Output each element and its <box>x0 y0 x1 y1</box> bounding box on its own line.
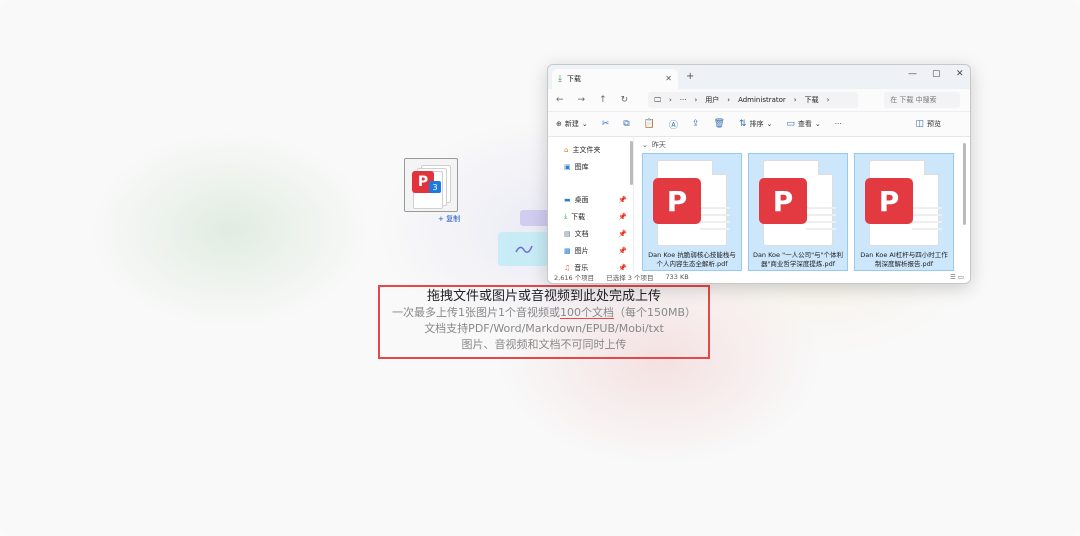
chevron-down-icon: ⌄ <box>766 120 773 128</box>
home-icon: ⌂ <box>564 145 569 154</box>
drop-zone[interactable]: 拖拽文件或图片或音视频到此处完成上传 一次最多上传1张图片1个音视频或100个文… <box>378 285 710 359</box>
upload-page: P 3 + 复制 拖拽文件或图片或音视频到此处完成上传 一次最多上传1张图片1个… <box>0 0 1080 536</box>
chevron-right-icon: › <box>694 96 698 104</box>
group-header[interactable]: ⌄ 昨天 <box>642 139 970 151</box>
status-bar: 2,616 个项目 已选择 3 个项目 733 KB ☰ ▭ <box>548 271 970 283</box>
drop-zone-title: 拖拽文件或图片或音视频到此处完成上传 <box>426 289 661 304</box>
view-icon: ▭ <box>786 119 795 129</box>
sidebar-scrollbar[interactable] <box>630 141 633 185</box>
selection-count: 已选择 3 个项目 <box>606 274 654 282</box>
details-view-icon[interactable]: ☰ <box>950 273 956 281</box>
upload-limit-text: 一次最多上传1张图片1个音视频或100个文档（每个150MB） <box>391 306 697 319</box>
refresh-icon[interactable]: ↻ <box>621 95 629 105</box>
address-bar[interactable]: 🖵 › ··· › 用户 › Administrator › 下载 › <box>648 92 859 108</box>
preview-pane-icon: ◫ <box>915 119 924 129</box>
breadcrumb-users[interactable]: 用户 <box>705 95 719 105</box>
copy-icon[interactable]: ⧉ <box>623 119 629 129</box>
tab-title: 下载 <box>566 75 581 83</box>
file-item[interactable]: P Dan Koe AI杠杆与四小时工作制深度解析报告.pdf <box>854 153 954 271</box>
sidebar-item-downloads[interactable]: ⤓ 下载 📌 <box>548 208 633 225</box>
paste-icon[interactable]: 📋 <box>644 119 655 129</box>
back-arrow-icon[interactable]: ← <box>556 95 564 105</box>
tiles-view-icon[interactable]: ▭ <box>958 273 964 281</box>
view-button[interactable]: ▭ 查看 ⌄ <box>786 119 820 129</box>
tab-downloads[interactable]: ⤓ 下载 ✕ <box>552 69 678 89</box>
copy-hint: + 复制 <box>438 215 461 223</box>
drag-preview: P 3 <box>404 158 458 212</box>
search-input[interactable]: 在 下载 中搜索 <box>884 92 961 108</box>
file-name: Dan Koe AI杠杆与四小时工作制深度解析报告.pdf <box>860 251 948 268</box>
navigation-bar: ← → ↑ ↻ 🖵 › ··· › 用户 › Administrator › 下… <box>548 89 970 111</box>
chevron-down-icon: ⌄ <box>642 141 648 149</box>
preview-pane-button[interactable]: ◫ 预览 <box>915 119 941 129</box>
share-icon[interactable]: ⇪ <box>692 119 700 129</box>
breadcrumb-downloads[interactable]: 下载 <box>805 95 819 105</box>
more-options-button[interactable]: ··· <box>835 120 842 128</box>
computer-icon: 🖵 <box>654 95 661 104</box>
chevron-right-icon: › <box>793 96 797 104</box>
pin-icon: 📌 <box>618 246 627 255</box>
new-tab-button[interactable]: + <box>686 71 694 82</box>
cut-icon[interactable]: ✂ <box>602 119 610 129</box>
maximize-button[interactable]: ▢ <box>932 69 941 79</box>
minimize-button[interactable]: — <box>908 69 917 79</box>
chevron-down-icon: ⌄ <box>814 120 821 128</box>
chevron-right-icon: › <box>826 96 830 104</box>
pdf-file-icon: P <box>759 178 807 224</box>
file-item[interactable]: P Dan Koe 抗脆弱核心技能栈与个人内容生态全解析.pdf <box>642 153 742 271</box>
pin-icon: 📌 <box>618 229 627 238</box>
sidebar-item-documents[interactable]: ▤ 文档 📌 <box>548 225 633 242</box>
supported-formats-text: 文档支持PDF/Word/Markdown/EPUB/Mobi/txt <box>424 322 664 335</box>
up-arrow-icon[interactable]: ↑ <box>599 95 607 105</box>
download-icon: ⤓ <box>558 74 562 84</box>
file-explorer-window[interactable]: ⤓ 下载 ✕ + — ▢ ✕ ← → ↑ ↻ 🖵 › ··· › 用户 › Ad… <box>547 64 971 284</box>
content-scrollbar[interactable] <box>963 143 966 225</box>
pdf-file-icon: P <box>865 178 913 224</box>
doc-limit-highlight: 100个文档 <box>559 306 614 319</box>
mixed-upload-note: 图片、音视频和文档不可同时上传 <box>461 338 627 351</box>
desktop-icon: ▬ <box>564 195 571 204</box>
new-button[interactable]: ⊕ 新建 ⌄ <box>556 119 588 129</box>
download-icon: ⤓ <box>564 212 568 220</box>
item-count: 2,616 个项目 <box>554 274 595 282</box>
close-button[interactable]: ✕ <box>956 69 964 79</box>
chevron-right-icon: › <box>668 96 672 104</box>
delete-icon[interactable]: 🗑 <box>714 119 725 129</box>
file-name: Dan Koe "一人公司"与"个体利器"商业哲学深度提炼.pdf <box>752 251 844 268</box>
close-tab-icon[interactable]: ✕ <box>665 74 672 83</box>
pin-icon: 📌 <box>618 212 627 221</box>
breadcrumb-administrator[interactable]: Administrator <box>738 96 786 104</box>
sort-icon: ⇅ <box>738 119 747 129</box>
more-path-icon[interactable]: ··· <box>680 96 687 104</box>
chevron-down-icon: ⌄ <box>581 120 588 128</box>
sidebar-item-gallery[interactable]: ▣ 图库 <box>548 158 633 175</box>
sidebar-item-pictures[interactable]: ▩ 图片 📌 <box>548 242 633 259</box>
sidebar-item-desktop[interactable]: ▬ 桌面 📌 <box>548 191 633 208</box>
sidebar-item-home[interactable]: ⌂ 主文件夹 <box>548 141 633 158</box>
picture-icon: ▩ <box>564 246 571 255</box>
pin-icon: 📌 <box>618 195 627 204</box>
plus-circle-icon: ⊕ <box>556 120 562 128</box>
sort-button[interactable]: ⇅ 排序 ⌄ <box>739 119 772 129</box>
file-item[interactable]: P Dan Koe "一人公司"与"个体利器"商业哲学深度提炼.pdf <box>748 153 848 271</box>
selection-size: 733 KB <box>665 273 689 281</box>
file-name: Dan Koe 抗脆弱核心技能栈与个人内容生态全解析.pdf <box>648 251 736 268</box>
forward-arrow-icon[interactable]: → <box>578 95 586 105</box>
rename-icon[interactable]: Ⓐ <box>669 118 678 131</box>
gallery-icon: ▣ <box>564 162 571 171</box>
file-count-badge: 3 <box>429 181 441 193</box>
command-bar: ⊕ 新建 ⌄ ✂ ⧉ 📋 Ⓐ ⇪ 🗑 ⇅ 排序 ⌄ ▭ 查看 ⌄ ··· ◫ 预… <box>548 111 970 137</box>
document-icon: ▤ <box>564 229 571 238</box>
navigation-pane: ⌂ 主文件夹 ▣ 图库 ▬ 桌面 📌 ⤓ 下载 📌 ▤ 文档 📌 ▩ 图片 📌 … <box>548 137 634 272</box>
chevron-right-icon: › <box>727 96 731 104</box>
file-list: ⌄ 昨天 P Dan Koe 抗脆弱核心技能栈与个人内容生态全解析.pdf P … <box>634 137 970 271</box>
title-bar[interactable]: ⤓ 下载 ✕ + — ▢ ✕ <box>548 65 970 89</box>
pdf-file-icon: P <box>653 178 701 224</box>
